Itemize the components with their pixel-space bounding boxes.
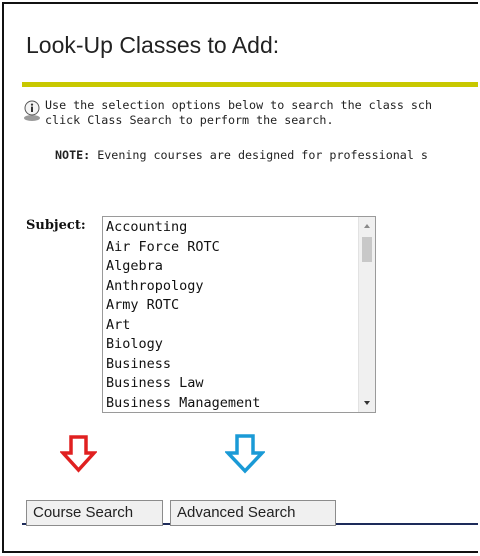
note-text: Evening courses are designed for profess…: [90, 148, 428, 162]
info-text: Use the selection options below to searc…: [45, 98, 432, 128]
subject-listbox[interactable]: Accounting Air Force ROTC Algebra Anthro…: [102, 216, 376, 413]
page-title: Look-Up Classes to Add:: [26, 32, 280, 58]
list-item[interactable]: Biology: [106, 335, 260, 355]
list-item[interactable]: Business: [106, 355, 260, 375]
info-line-2: click Class Search to perform the search…: [45, 113, 334, 127]
list-item[interactable]: Accounting: [106, 218, 260, 238]
list-item[interactable]: Business Management: [106, 394, 260, 413]
list-item[interactable]: Air Force ROTC: [106, 238, 260, 258]
down-arrow-icon: [60, 435, 97, 473]
page-frame: Look-Up Classes to Add: Use the selectio…: [2, 2, 478, 553]
advanced-search-button[interactable]: Advanced Search: [170, 500, 336, 526]
list-item[interactable]: Art: [106, 316, 260, 336]
scroll-up-icon[interactable]: [359, 218, 375, 234]
listbox-scrollbar[interactable]: [358, 217, 375, 412]
subject-options: Accounting Air Force ROTC Algebra Anthro…: [106, 218, 260, 413]
note-label: NOTE:: [55, 148, 91, 162]
list-item[interactable]: Army ROTC: [106, 296, 260, 316]
scrollbar-thumb[interactable]: [362, 237, 372, 262]
info-icon: [24, 100, 40, 121]
down-arrow-icon: [225, 434, 265, 474]
subject-label: Subject:: [26, 218, 86, 233]
scroll-down-icon[interactable]: [359, 395, 375, 411]
course-search-button[interactable]: Course Search: [26, 500, 163, 526]
note: NOTE: Evening courses are designed for p…: [55, 148, 428, 162]
title-divider: [22, 82, 478, 87]
list-item[interactable]: Business Law: [106, 374, 260, 394]
list-item[interactable]: Algebra: [106, 257, 260, 277]
info-line-1: Use the selection options below to searc…: [45, 98, 433, 112]
list-item[interactable]: Anthropology: [106, 277, 260, 297]
